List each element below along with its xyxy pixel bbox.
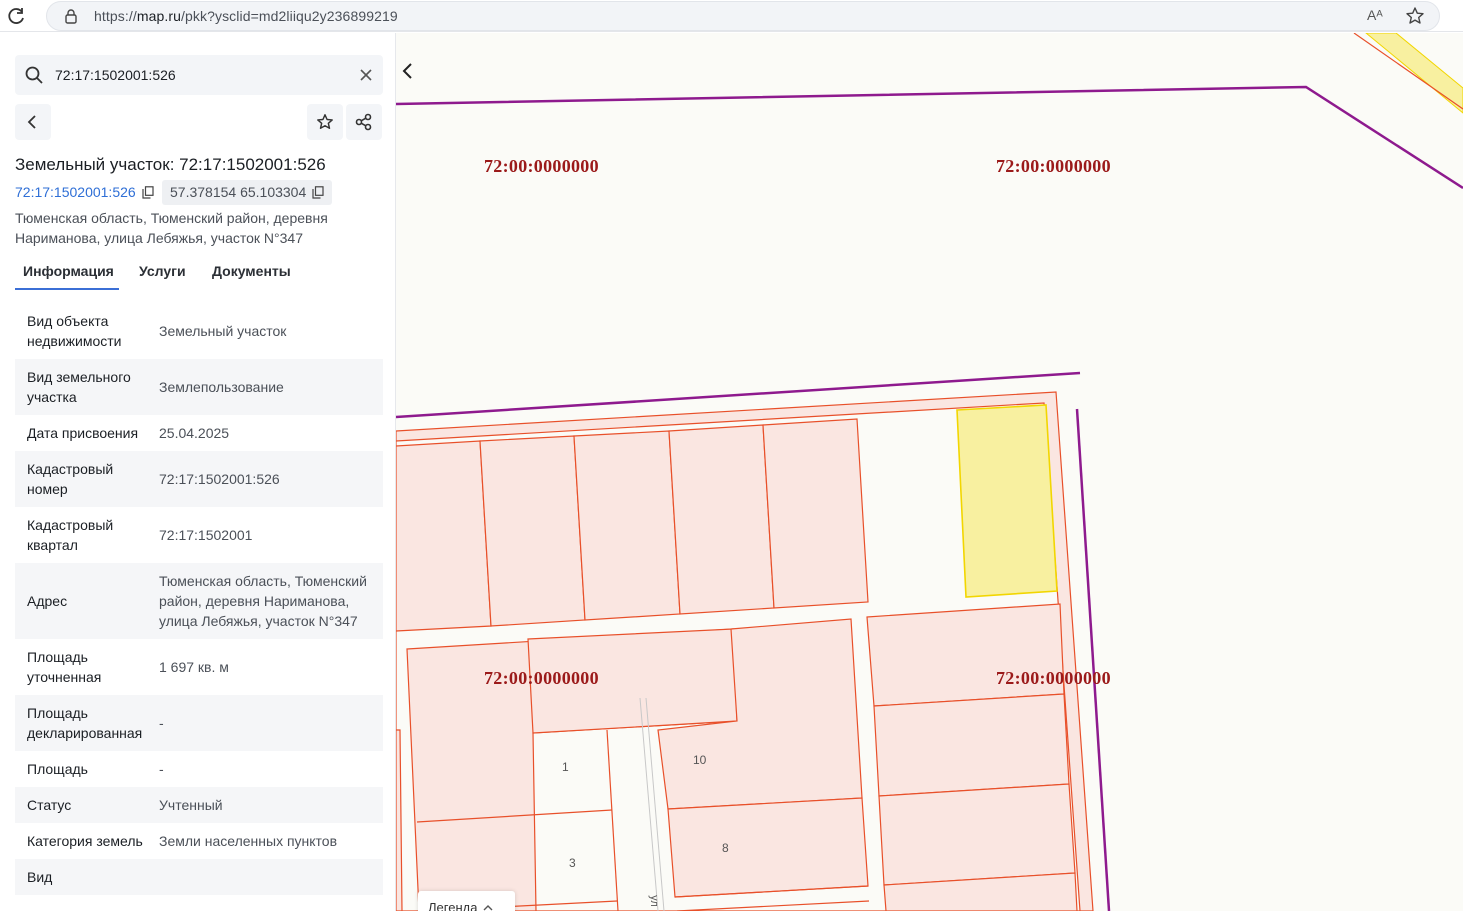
copy-icon[interactable]: [312, 186, 324, 199]
legend-label: Легенда: [428, 900, 478, 911]
row-label: Площадь уточненная: [27, 649, 102, 685]
selected-parcel[interactable]: [956, 404, 1058, 598]
row-label: Вид объекта недвижимости: [27, 313, 122, 349]
coordinates-text: 57.378154 65.103304: [170, 184, 307, 200]
table-row: Кадастровый квартал 72:17:1502001: [15, 507, 383, 563]
row-value: Земельный участок: [159, 323, 287, 339]
tab-bar: Информация Услуги Документы: [15, 259, 383, 291]
table-row: Статус Учтенный: [15, 787, 383, 823]
back-button[interactable]: [15, 104, 51, 140]
lock-icon[interactable]: [63, 8, 79, 24]
star-icon: [317, 114, 333, 130]
cadastral-map[interactable]: 72:00:0000000 72:00:0000000 72:00:000000…: [396, 33, 1463, 911]
table-row: Площадь -: [15, 751, 383, 787]
table-row: Кадастровый номер 72:17:1502001:526: [15, 451, 383, 507]
share-button[interactable]: [346, 104, 382, 140]
tab-services[interactable]: Услуги: [139, 263, 186, 279]
coordinates-chip[interactable]: 57.378154 65.103304: [162, 180, 333, 205]
url-host: map.ru: [136, 8, 182, 24]
row-label: Кадастровый номер: [27, 461, 114, 497]
row-value: 72:17:1502001:526: [159, 471, 280, 487]
search-box: [15, 55, 383, 95]
cadastral-number-text: 72:17:1502001:526: [15, 184, 136, 200]
parcel: [873, 693, 1070, 797]
read-aloud-icon[interactable]: Aᴬ: [1367, 7, 1387, 25]
quarter-label: 72:00:0000000: [484, 668, 599, 688]
object-address: Тюменская область, Тюменский район, дере…: [15, 210, 328, 246]
table-row: Вид объекта недвижимости Земельный участо…: [15, 303, 383, 359]
url-path: /pkk?ysclid=md2liiqu2y236899219: [181, 8, 398, 24]
street-label: ул: [647, 895, 660, 907]
tab-information[interactable]: Информация: [23, 263, 114, 279]
parcel-number: 3: [569, 856, 576, 870]
row-value: Земли населенных пунктов: [159, 833, 338, 849]
row-label: Вид земельного участка: [27, 369, 131, 405]
browser-toolbar: https://map.ru/pkk?ysclid=md2liiqu2y2368…: [0, 0, 1463, 32]
tab-documents[interactable]: Документы: [212, 263, 291, 279]
row-value: 1 697 кв. м: [159, 659, 229, 675]
search-input[interactable]: [55, 55, 345, 95]
row-label: Дата присвоения: [27, 425, 139, 441]
reload-icon[interactable]: [6, 6, 28, 26]
parcel: [878, 783, 1076, 886]
table-row: Вид земельного участка Землепользование: [15, 359, 383, 415]
search-icon[interactable]: [25, 66, 43, 84]
properties-table: Вид объекта недвижимости Земельный участо…: [15, 303, 383, 895]
legend-button[interactable]: Легенда: [418, 891, 515, 911]
favorite-button[interactable]: [307, 104, 343, 140]
row-label: Кадастровый квартал: [27, 517, 114, 553]
close-icon[interactable]: [359, 68, 373, 82]
table-row: Вид: [15, 859, 383, 895]
info-sidebar: Земельный участок: 72:17:1502001:526 72:…: [0, 33, 396, 911]
row-label: Категория земель: [27, 833, 143, 849]
parcel: [866, 603, 1065, 707]
row-value: 72:17:1502001: [159, 527, 253, 543]
url-text: https://map.ru/pkk?ysclid=md2liiqu2y2368…: [94, 8, 398, 24]
parcel: [396, 440, 492, 632]
table-row: Дата присвоения 25.04.2025: [15, 415, 383, 451]
chevron-left-icon: [27, 115, 36, 129]
parcel: [573, 430, 681, 621]
row-value: Учтенный: [159, 797, 223, 813]
row-label: Адрес: [27, 593, 68, 609]
row-value: Землепользование: [159, 379, 284, 395]
table-row: Категория земель Земли населенных пунктов: [15, 823, 383, 859]
table-row: Площадь декларированная -: [15, 695, 383, 751]
quarter-label: 72:00:0000000: [996, 668, 1111, 688]
row-value: -: [159, 761, 164, 777]
url-prefix: https://: [94, 8, 137, 24]
row-value: 25.04.2025: [159, 425, 230, 441]
active-tab-indicator: [15, 288, 119, 290]
table-row: Адрес Тюменская область, Тюменский район,…: [15, 563, 383, 639]
cadastral-number-link[interactable]: 72:17:1502001:526: [15, 184, 154, 200]
parcel-number: 1: [562, 760, 569, 774]
parcel: [667, 797, 869, 898]
parcel: [762, 418, 869, 609]
collapse-panel-icon[interactable]: [398, 61, 418, 81]
favorite-star-icon[interactable]: [1405, 6, 1425, 26]
address-bar[interactable]: https://map.ru/pkk?ysclid=md2liiqu2y2368…: [46, 1, 1440, 31]
table-row: Площадь уточненная 1 697 кв. м: [15, 639, 383, 695]
row-label: Вид: [27, 869, 53, 885]
parcel-number: 10: [693, 753, 707, 767]
row-value: -: [159, 715, 164, 731]
row-label: Статус: [27, 797, 72, 813]
parcel-number: 8: [722, 841, 729, 855]
row-label: Площадь: [27, 761, 88, 777]
row-label: Площадь декларированная: [27, 705, 143, 741]
parcel: [479, 435, 586, 627]
row-value: Тюменская область, Тюменский район, дере…: [159, 573, 367, 629]
quarter-label: 72:00:0000000: [996, 156, 1111, 176]
quarter-label: 72:00:0000000: [484, 156, 599, 176]
copy-icon[interactable]: [142, 186, 154, 199]
road-strip: [1365, 33, 1463, 114]
chevron-up-icon: [483, 905, 493, 911]
parcel: [668, 424, 775, 615]
share-icon: [355, 113, 372, 131]
page-title: Земельный участок: 72:17:1502001:526: [15, 155, 326, 174]
